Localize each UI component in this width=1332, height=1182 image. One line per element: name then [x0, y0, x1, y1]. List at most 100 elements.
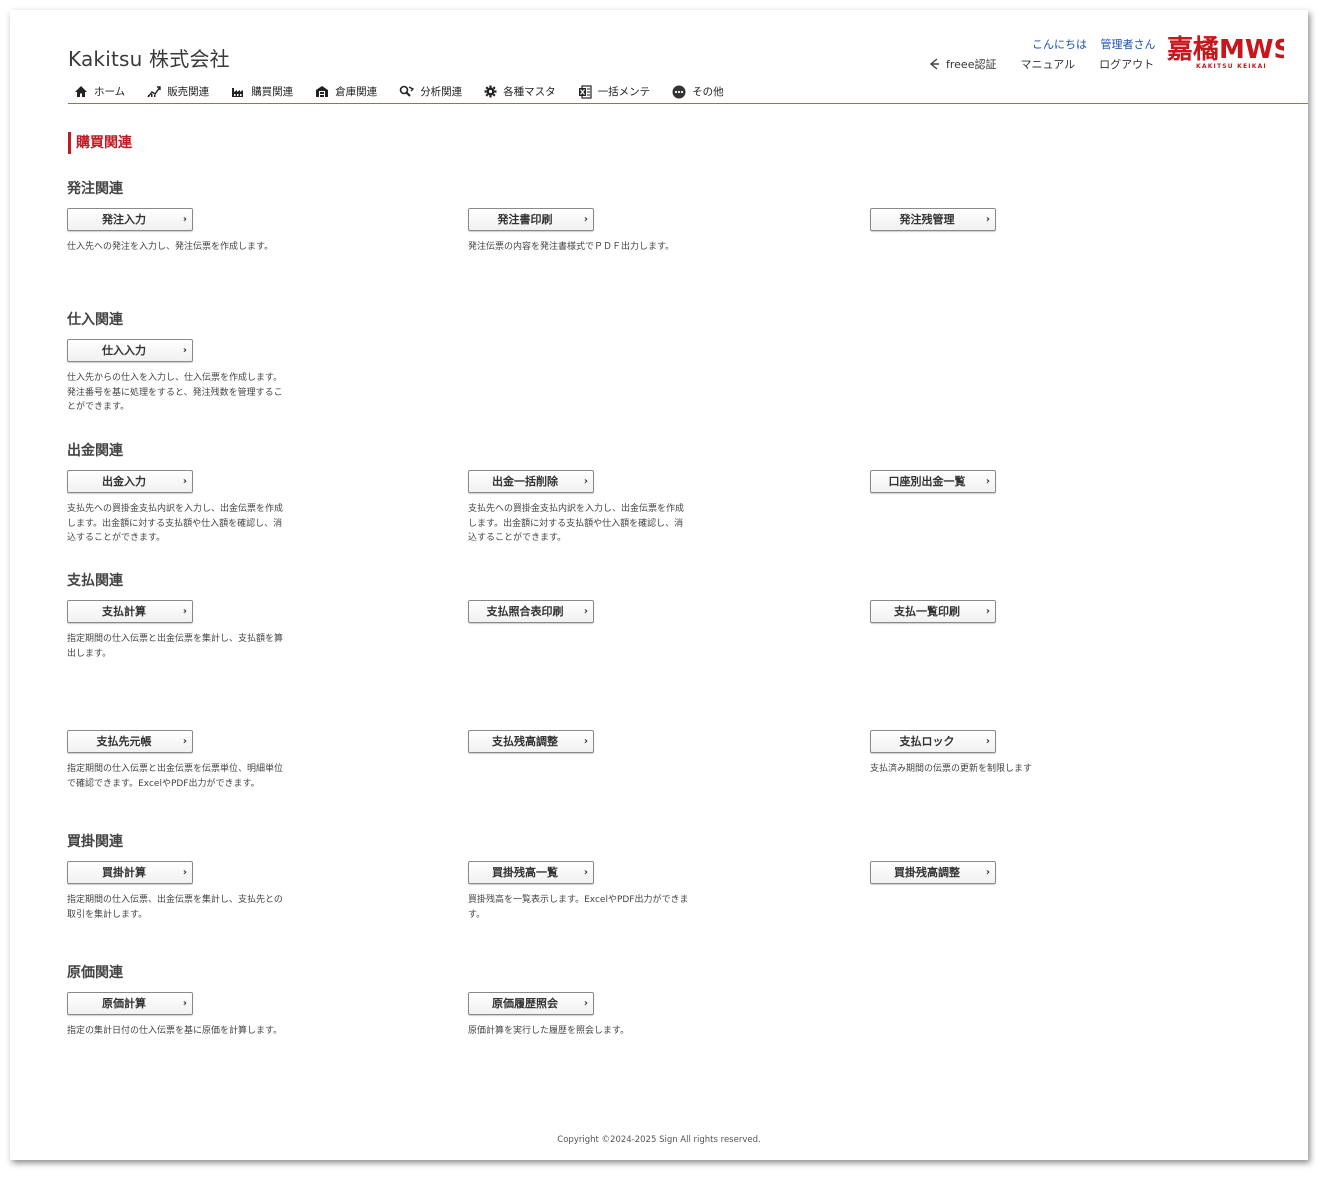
- nav-label: 倉庫関連: [335, 86, 378, 98]
- menu-item: 買掛残高調整 ›: [870, 861, 1096, 884]
- nav-item-home[interactable]: ホーム: [74, 84, 125, 99]
- payables-balance-list-button[interactable]: 買掛残高一覧 ›: [468, 861, 594, 884]
- nav-item-purchasing[interactable]: 購買関連: [231, 84, 293, 99]
- purchase-entry-button[interactable]: 仕入入力 ›: [67, 339, 193, 362]
- payment-calc-button[interactable]: 支払計算 ›: [67, 600, 193, 623]
- button-label: 支払一覧印刷: [894, 605, 960, 618]
- menu-item: 支払先元帳 › 指定期間の仕入伝票と出金伝票を伝票単位、明細単位で確認できます。E…: [67, 730, 293, 791]
- chevron-right-icon: ›: [985, 606, 990, 617]
- freee-auth-link[interactable]: freee認証: [928, 56, 996, 72]
- menu-description: 支払済み期間の伝票の更新を制限します: [870, 764, 1033, 774]
- chevron-right-icon: ›: [182, 214, 187, 225]
- menu-item: 支払計算 › 指定期間の仕入伝票と出金伝票を集計し、支払額を算出します。: [67, 600, 293, 661]
- menu-item: 原価計算 › 指定の集計日付の仕入伝票を基に原価を計算します。: [67, 992, 293, 1039]
- button-label: 発注入力: [102, 213, 146, 226]
- manual-link[interactable]: マニュアル: [1020, 56, 1075, 72]
- analysis-icon: [399, 85, 415, 97]
- nav-item-analysis[interactable]: 分析関連: [399, 84, 462, 99]
- nav-item-other[interactable]: その他: [672, 84, 724, 99]
- greeting: こんにちは 管理者さん: [1032, 36, 1156, 52]
- chevron-right-icon: ›: [182, 867, 187, 878]
- section-title-purchase: 仕入関連: [67, 312, 123, 328]
- button-label: 発注残管理: [899, 213, 955, 226]
- button-label: 出金一括削除: [492, 475, 558, 488]
- menu-item: 買掛残高一覧 › 買掛残高を一覧表示します。ExcelやPDF出力ができます。: [468, 861, 694, 922]
- chevron-right-icon: ›: [583, 476, 588, 487]
- button-label: 支払計算: [102, 605, 146, 618]
- cost-calc-button[interactable]: 原価計算 ›: [67, 992, 193, 1015]
- menu-description: 指定期間の仕入伝票と出金伝票を集計し、支払額を算出します。: [67, 634, 284, 659]
- chevron-right-icon: ›: [182, 476, 187, 487]
- menu-description: 買掛残高を一覧表示します。ExcelやPDF出力ができます。: [468, 895, 689, 920]
- payment-reconcile-print-button[interactable]: 支払照合表印刷 ›: [468, 600, 594, 623]
- menu-item: 出金入力 › 支払先への買掛金支払内訳を入力し、出金伝票を作成します。出金額に対す…: [67, 470, 293, 546]
- payment-balance-adjust-button[interactable]: 支払残高調整 ›: [468, 730, 594, 753]
- menu-description: 仕入先からの仕入を入力し、仕入伝票を作成します。発注番号を基に処理をすると、発注…: [67, 373, 283, 412]
- footer-copyright: Copyright ©2024-2025 Sign All rights res…: [557, 1135, 761, 1145]
- payment-entry-button[interactable]: 出金入力 ›: [67, 470, 193, 493]
- chevron-right-icon: ›: [182, 998, 187, 1009]
- button-label: 支払照合表印刷: [486, 605, 564, 618]
- button-label: 買掛残高一覧: [492, 866, 558, 879]
- button-label: 仕入入力: [102, 344, 146, 357]
- payables-balance-adjust-button[interactable]: 買掛残高調整 ›: [870, 861, 996, 884]
- order-print-button[interactable]: 発注書印刷 ›: [468, 208, 594, 231]
- menu-description: 指定期間の仕入伝票と出金伝票を伝票単位、明細単位で確認できます。ExcelやPD…: [67, 764, 284, 789]
- menu-item: 出金一括削除 › 支払先への買掛金支払内訳を入力し、出金伝票を作成します。出金額に…: [468, 470, 694, 546]
- page: Kakitsu 株式会社 こんにちは 管理者さん freee認証 マニュアル ロ…: [10, 10, 1308, 1160]
- payee-ledger-button[interactable]: 支払先元帳 ›: [67, 730, 193, 753]
- chevron-right-icon: ›: [583, 214, 588, 225]
- menu-item: 支払ロック › 支払済み期間の伝票の更新を制限します: [870, 730, 1096, 777]
- nav-item-masters[interactable]: 各種マスタ: [484, 84, 556, 99]
- menu-description: 指定期間の仕入伝票、出金伝票を集計し、支払先との取引を集計します。: [67, 895, 283, 920]
- order-entry-button[interactable]: 発注入力 ›: [67, 208, 193, 231]
- button-label: 原価計算: [102, 997, 146, 1010]
- menu-item: 発注残管理 ›: [870, 208, 1096, 231]
- payment-bulk-delete-button[interactable]: 出金一括削除 ›: [468, 470, 594, 493]
- menu-item: 買掛計算 › 指定期間の仕入伝票、出金伝票を集計し、支払先との取引を集計します。: [67, 861, 293, 922]
- page-title: 購買関連: [68, 132, 132, 154]
- menu-item: 口座別出金一覧 ›: [870, 470, 1096, 493]
- menu-item: 支払一覧印刷 ›: [870, 600, 1096, 623]
- order-remaining-button[interactable]: 発注残管理 ›: [870, 208, 996, 231]
- nav-item-bulk-maintenance[interactable]: 一括メンテ: [578, 84, 651, 99]
- button-label: 原価履歴照会: [492, 997, 558, 1010]
- section-title-payment-out: 出金関連: [67, 443, 123, 459]
- menu-description: 仕入先への発注を入力し、発注伝票を作成します。: [67, 242, 274, 252]
- menu-item: 原価履歴照会 › 原価計算を実行した履歴を照会します。: [468, 992, 694, 1039]
- nav-label: その他: [692, 86, 724, 98]
- nav-item-warehouse[interactable]: 倉庫関連: [315, 84, 377, 99]
- user-name: 管理者さん: [1100, 38, 1156, 51]
- payables-calc-button[interactable]: 買掛計算 ›: [67, 861, 193, 884]
- nav-item-sales[interactable]: 販売関連: [147, 84, 209, 99]
- menu-item: 支払残高調整 ›: [468, 730, 694, 753]
- nav-label: 一括メンテ: [597, 86, 651, 98]
- button-label: 支払先元帳: [96, 735, 152, 748]
- logo-text: 嘉橘MWS: [1167, 35, 1284, 65]
- top-links: freee認証 マニュアル ログアウト: [928, 56, 1154, 72]
- payment-lock-button[interactable]: 支払ロック ›: [870, 730, 996, 753]
- freee-auth-label: freee認証: [946, 58, 997, 71]
- warehouse-icon: [316, 86, 329, 97]
- chevron-right-icon: ›: [182, 345, 187, 356]
- button-label: 支払ロック: [899, 735, 955, 748]
- main-nav: ホーム 販売関連 購買関連 倉庫関連 分析関連 各種マスタ 一括メンテ その他: [74, 84, 746, 99]
- account-payment-list-button[interactable]: 口座別出金一覧 ›: [870, 470, 996, 493]
- menu-item: 発注書印刷 › 発注伝票の内容を発注書様式でＰＤＦ出力します。: [468, 208, 694, 255]
- logout-link[interactable]: ログアウト: [1099, 56, 1154, 72]
- menu-description: 発注伝票の内容を発注書様式でＰＤＦ出力します。: [468, 242, 675, 252]
- menu-description: 支払先への買掛金支払内訳を入力し、出金伝票を作成します。出金額に対する支払額や仕…: [67, 504, 284, 543]
- chevron-right-icon: ›: [182, 606, 187, 617]
- chevron-right-icon: ›: [985, 736, 990, 747]
- button-label: 口座別出金一覧: [888, 475, 966, 488]
- button-label: 買掛残高調整: [894, 866, 960, 879]
- nav-label: 販売関連: [167, 86, 210, 98]
- chevron-right-icon: ›: [583, 736, 588, 747]
- menu-item: 支払照合表印刷 ›: [468, 600, 694, 623]
- menu-description: 支払先への買掛金支払内訳を入力し、出金伝票を作成します。出金額に対する支払額や仕…: [468, 504, 685, 543]
- excel-icon: [578, 84, 592, 99]
- factory-icon: [232, 88, 244, 97]
- payment-list-print-button[interactable]: 支払一覧印刷 ›: [870, 600, 996, 623]
- button-label: 支払残高調整: [492, 735, 558, 748]
- cost-history-button[interactable]: 原価履歴照会 ›: [468, 992, 594, 1015]
